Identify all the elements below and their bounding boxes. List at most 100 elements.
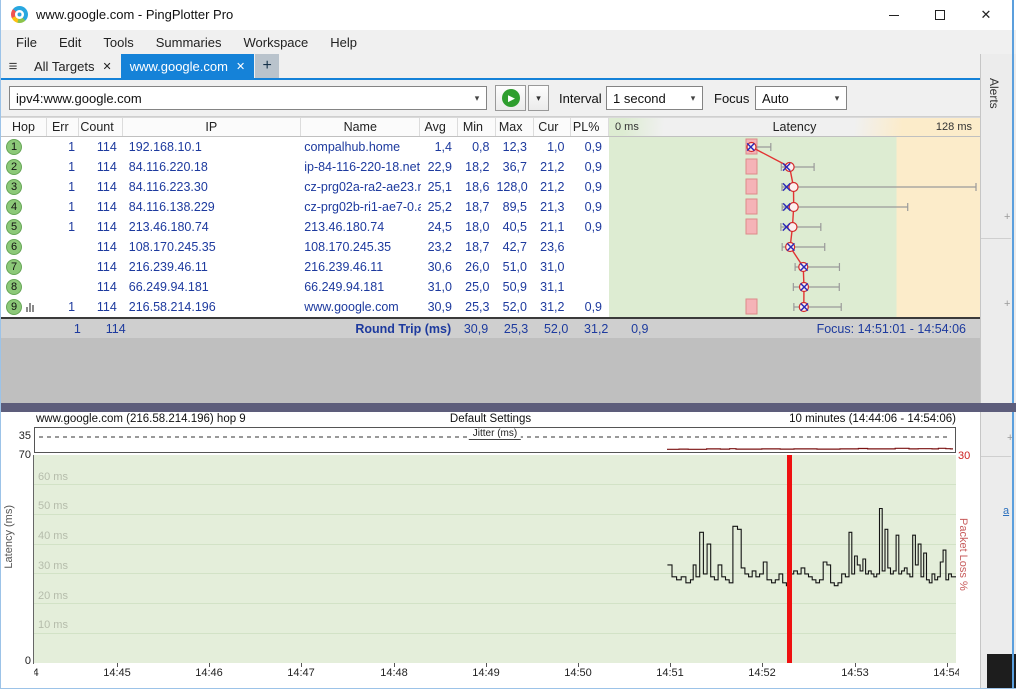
interval-label: Interval <box>559 91 602 106</box>
cell-name: 213.46.180.74 <box>302 220 421 234</box>
col-header-latency-graph: 0 ms Latency 128 ms <box>609 118 980 136</box>
splitter-bar[interactable] <box>1 403 1016 412</box>
tab-target-label: www.google.com <box>130 59 228 74</box>
new-tab-button[interactable]: + <box>255 54 279 78</box>
cell-ip: 66.249.94.181 <box>123 280 302 294</box>
col-header-avg[interactable]: Avg <box>420 118 458 136</box>
cell-avg: 23,2 <box>421 240 459 254</box>
col-header-count[interactable]: Count <box>79 118 123 136</box>
menu-workspace[interactable]: Workspace <box>232 32 319 53</box>
cell-err: 1 <box>48 180 79 194</box>
jitter-scale-label: 35 <box>9 430 31 442</box>
time-label: 14:52 <box>744 667 780 679</box>
table-empty-area <box>1 338 980 403</box>
cell-ip: 84.116.223.30 <box>123 180 302 194</box>
cell-ip: 216.58.214.196 <box>123 300 302 314</box>
cell-max: 40,5 <box>496 220 534 234</box>
cell-cur: 21,3 <box>534 200 572 214</box>
cell-pl: 0,9 <box>572 200 610 214</box>
interval-select[interactable]: 1 second ▾ <box>606 86 703 110</box>
cell-ip: 108.170.245.35 <box>123 240 302 254</box>
cell-cur: 23,6 <box>534 240 572 254</box>
timeline-range-label[interactable]: 10 minutes (14:44:06 - 14:54:06) <box>789 413 956 425</box>
summary-err: 1 <box>51 322 85 336</box>
cell-name: ip-84-116-220-18.net.upc. <box>302 160 421 174</box>
close-button[interactable]: ✕ <box>963 0 1009 30</box>
summary-max: 52,0 <box>535 322 575 336</box>
cell-min: 18,6 <box>459 180 497 194</box>
minimize-button[interactable] <box>871 0 917 30</box>
maximize-button[interactable] <box>917 0 963 30</box>
cell-ip: 213.46.180.74 <box>123 220 302 234</box>
cell-max: 36,7 <box>496 160 534 174</box>
collapsed-panel-text[interactable]: a <box>1003 505 1009 517</box>
cell-name: 108.170.245.35 <box>302 240 421 254</box>
cell-name: www.google.com <box>302 300 421 314</box>
close-tab-icon[interactable]: ✕ <box>102 60 111 73</box>
focus-select[interactable]: Auto ▾ <box>755 86 847 110</box>
y-axis-max-label: 70 <box>5 449 31 461</box>
menu-bar: File Edit Tools Summaries Workspace Help <box>1 30 1016 54</box>
tab-all-targets[interactable]: All Targets ✕ <box>25 54 121 78</box>
menu-tools[interactable]: Tools <box>92 32 144 53</box>
trace-options-dropdown[interactable]: ▾ <box>528 85 549 111</box>
summary-cur: 31,2 <box>575 322 615 336</box>
latency-timeline-chart[interactable]: 60 ms50 ms40 ms30 ms20 ms10 ms <box>34 455 956 663</box>
start-trace-button[interactable]: ▶ <box>495 85 526 111</box>
title-bar: www.google.com - PingPlotter Pro ✕ <box>1 0 1016 30</box>
col-header-min[interactable]: Min <box>458 118 496 136</box>
menu-summaries[interactable]: Summaries <box>145 32 233 53</box>
cell-pl: 0,9 <box>572 160 610 174</box>
cell-count: 114 <box>79 200 123 214</box>
summary-avg: 30,9 <box>455 322 495 336</box>
target-address-combo[interactable]: ▾ <box>9 86 487 110</box>
cell-cur: 31,2 <box>534 300 572 314</box>
cell-ip: 216.239.46.11 <box>123 260 302 274</box>
latency-scale-max: 128 ms <box>910 121 980 133</box>
round-trip-row[interactable]: 1 114 Round Trip (ms) 30,9 25,3 52,0 31,… <box>1 317 980 338</box>
col-header-ip[interactable]: IP <box>123 118 302 136</box>
col-header-hop[interactable]: Hop <box>1 118 47 136</box>
focus-time-cursor[interactable] <box>787 455 792 663</box>
target-input[interactable] <box>10 91 468 106</box>
latency-axis-label: Latency (ms) <box>3 505 15 569</box>
cell-avg: 30,9 <box>421 300 459 314</box>
expand-panel-icon[interactable]: + <box>1004 298 1010 310</box>
cell-count: 114 <box>79 220 123 234</box>
cell-count: 114 <box>79 160 123 174</box>
cell-name: 66.249.94.181 <box>302 280 421 294</box>
window-title: www.google.com - PingPlotter Pro <box>36 7 233 22</box>
col-header-name[interactable]: Name <box>301 118 420 136</box>
tab-www-google-com[interactable]: www.google.com ✕ <box>121 54 255 78</box>
col-header-pl[interactable]: PL% <box>571 118 609 136</box>
summary-count: 114 <box>85 322 132 336</box>
expand-panel-icon[interactable]: + <box>1004 211 1010 223</box>
cell-min: 25,3 <box>459 300 497 314</box>
close-tab-icon[interactable]: ✕ <box>236 60 245 73</box>
menu-file[interactable]: File <box>5 32 48 53</box>
time-label: 14:48 <box>376 667 412 679</box>
cell-cur: 31,0 <box>534 260 572 274</box>
col-header-err[interactable]: Err <box>47 118 79 136</box>
menu-edit[interactable]: Edit <box>48 32 92 53</box>
chevron-down-icon[interactable]: ▾ <box>468 93 486 104</box>
time-label: 14:50 <box>560 667 596 679</box>
col-header-max[interactable]: Max <box>496 118 534 136</box>
cell-cur: 1,0 <box>534 140 572 154</box>
tab-list-menu-icon[interactable]: ≡ <box>1 54 25 78</box>
alerts-side-tab[interactable]: Alerts <box>985 74 1003 113</box>
col-header-cur[interactable]: Cur <box>534 118 572 136</box>
hop-number-badge: 5 <box>6 219 22 235</box>
play-icon: ▶ <box>502 89 520 107</box>
menu-help[interactable]: Help <box>319 32 368 53</box>
y-axis-min-label: 0 <box>5 655 31 667</box>
cell-count: 114 <box>79 140 123 154</box>
table-header-row: Hop Err Count IP Name Avg Min Max Cur PL… <box>1 117 980 137</box>
packet-loss-axis-label: Packet Loss % <box>957 518 969 591</box>
hop-number-badge: 9 <box>6 299 22 315</box>
timeline-header: www.google.com (216.58.214.196) hop 9 De… <box>1 412 980 427</box>
cell-cur: 21,2 <box>534 160 572 174</box>
focus-range-text: Focus: 14:51:01 - 14:54:06 <box>655 322 980 336</box>
chevron-down-icon: ▾ <box>684 93 702 104</box>
right-panel-strip <box>980 54 1016 689</box>
